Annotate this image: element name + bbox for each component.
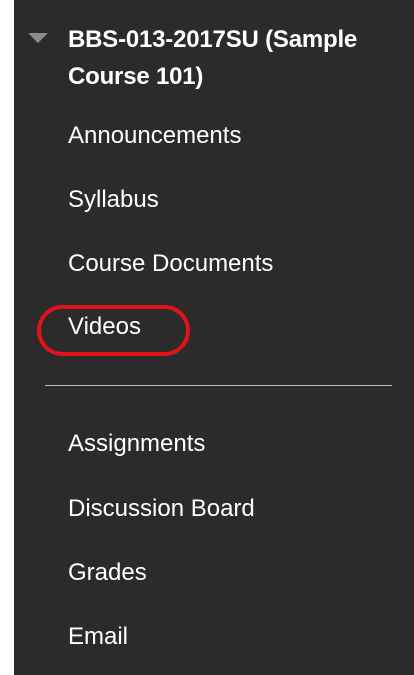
triangle-down-icon[interactable]	[28, 33, 48, 43]
menu-item-grades[interactable]: Grades	[68, 556, 147, 590]
menu-divider	[45, 385, 392, 386]
menu-item-videos[interactable]: Videos	[68, 310, 141, 344]
menu-item-email[interactable]: Email	[68, 620, 128, 654]
menu-item-discussion-board[interactable]: Discussion Board	[68, 492, 255, 526]
course-header[interactable]: BBS-013-2017SU (Sample Course 101)	[14, 18, 414, 98]
menu-item-assignments[interactable]: Assignments	[68, 427, 205, 461]
menu-item-announcements[interactable]: Announcements	[68, 119, 241, 153]
menu-item-syllabus[interactable]: Syllabus	[68, 183, 159, 217]
menu-item-course-documents[interactable]: Course Documents	[68, 247, 273, 281]
course-title[interactable]: BBS-013-2017SU (Sample Course 101)	[68, 21, 398, 95]
course-menu-panel: BBS-013-2017SU (Sample Course 101) Annou…	[14, 0, 414, 675]
